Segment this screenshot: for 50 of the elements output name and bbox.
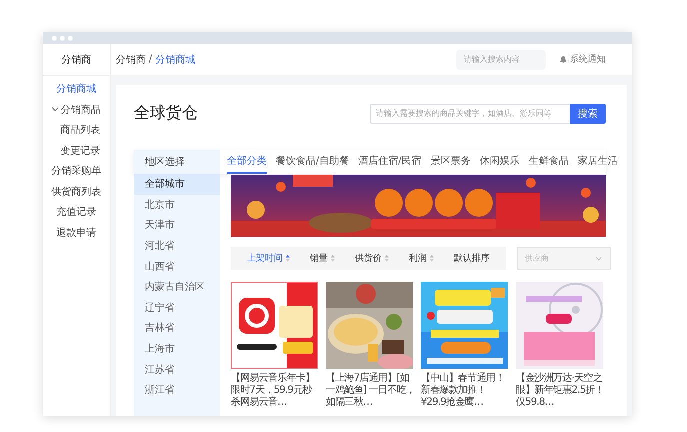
search-field[interactable]: 请输入搜索内容 — [456, 50, 546, 70]
sort-option[interactable]: 上架时间 — [247, 252, 290, 265]
region-item[interactable]: 内蒙古自治区 — [134, 276, 220, 298]
breadcrumb-link[interactable]: 分销商 — [116, 52, 146, 66]
sidebar-item[interactable]: 商品列表 — [43, 120, 110, 140]
notification-link[interactable]: 系统通知 — [570, 53, 606, 66]
region-item[interactable]: 浙江省 — [134, 380, 220, 401]
window-dot-icon — [60, 36, 65, 40]
category-tab[interactable]: 景区票务 — [430, 150, 471, 174]
bell-icon[interactable] — [560, 56, 567, 64]
region-item[interactable]: 山西省 — [134, 256, 220, 277]
window-dot-icon — [52, 36, 57, 40]
breadcrumb-link[interactable]: 分销商城 — [155, 52, 196, 66]
chevron-icon — [52, 107, 59, 112]
product-title[interactable]: 【上海7店通用】[如一鸡鲍鱼] 一日不吃，如隔三秋… — [326, 373, 416, 409]
sort-option[interactable]: 供货价 — [355, 252, 389, 265]
product-title[interactable]: 【中山】春节通用！新春爆款加推！¥29.9抢金鹰… — [421, 373, 511, 409]
region-item[interactable]: 北京市 — [134, 194, 220, 216]
category-tab[interactable]: 酒店住宿/民宿 — [358, 150, 422, 174]
sort-option[interactable]: 销量 — [310, 252, 335, 265]
sidebar-item[interactable]: 充值记录 — [43, 202, 110, 222]
category-tab[interactable]: 生鲜食品 — [528, 150, 569, 174]
sort-option[interactable]: 利润 — [409, 252, 434, 265]
region-item[interactable]: 河北省 — [134, 236, 220, 256]
category-tab[interactable]: 家居生活 — [578, 150, 618, 174]
region-item[interactable]: 江苏省 — [134, 359, 220, 380]
product-title[interactable]: 【金沙洲万达·天空之眼】新年钜惠2.5折！仅59.8… — [516, 373, 606, 409]
sidebar-item[interactable]: 分销商品 — [43, 100, 110, 120]
window-dot-icon — [68, 36, 73, 40]
region-header: 地区选择 — [134, 150, 220, 174]
category-tab[interactable]: 休闲娱乐 — [480, 150, 520, 174]
sort-option[interactable]: 默认排序 — [454, 252, 490, 265]
product-title[interactable]: 【网易云音乐年卡】限时7天，59.9元秒杀网易云音… — [231, 373, 321, 409]
search-button[interactable]: 搜索 — [570, 104, 606, 124]
breadcrumb-separator: / — [149, 54, 152, 65]
region-item[interactable]: 天津市 — [134, 215, 220, 236]
region-item[interactable]: 辽宁省 — [134, 298, 220, 318]
sidebar-item[interactable]: 分销商城 — [43, 79, 110, 100]
chevron-icon — [596, 256, 602, 260]
brand-name: 分销商 — [62, 54, 92, 66]
page-title: 全球货仓 — [134, 103, 198, 124]
sidebar-item[interactable]: 变更记录 — [43, 140, 110, 161]
region-item[interactable]: 上海市 — [134, 338, 220, 360]
region-item[interactable]: 全部城市 — [134, 174, 220, 195]
region-item[interactable]: 吉林省 — [134, 318, 220, 339]
category-tab[interactable]: 餐饮食品/自助餐 — [276, 150, 350, 174]
sidebar-item[interactable]: 分销采购单 — [43, 161, 110, 182]
sidebar-item[interactable]: 退款申请 — [43, 222, 110, 243]
product-search-field[interactable]: 请输入需要搜索的商品关键字，如酒店、游乐园等 — [370, 104, 570, 124]
sidebar-item[interactable]: 供货商列表 — [43, 182, 110, 202]
